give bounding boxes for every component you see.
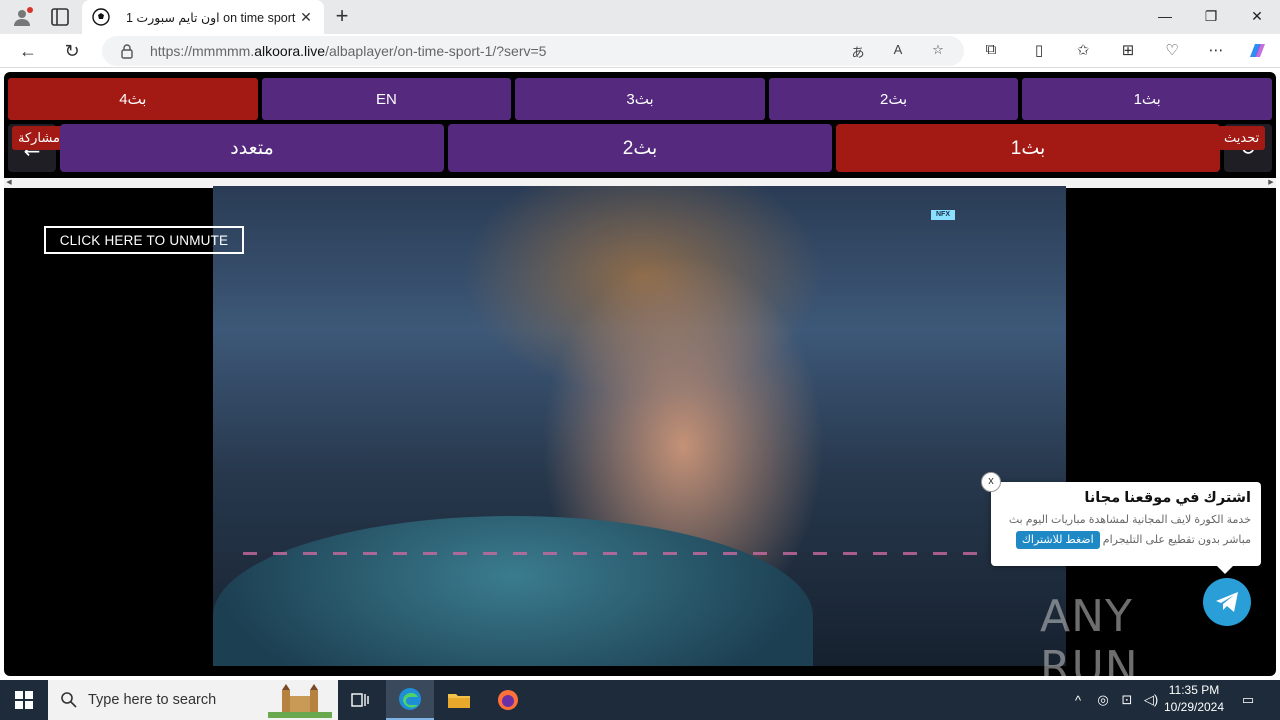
browser-tab-active[interactable]: اون تايم سبورت 1 on time sport ✕ [82,0,324,34]
clock-date: 10/29/2024 [1163,700,1225,714]
collections-icon[interactable]: ⊞ [1117,41,1139,61]
taskbar-firefox[interactable] [484,680,532,720]
more-menu-icon[interactable]: ⋯ [1205,41,1227,61]
refresh-tag[interactable]: تحديث [1218,126,1266,150]
soccer-ball-icon [92,8,110,26]
popup-title: اشترك في موقعنا مجانا [1084,490,1251,506]
taskbar-search[interactable]: Type here to search [48,680,338,720]
url-field[interactable]: https://mmmmm.alkoora.live/albaplayer/on… [102,36,964,66]
address-bar: ← ↻ https://mmmmm.alkoora.live/albaplaye… [0,34,1280,68]
taskbar-clock[interactable]: 11:35 PM 10/29/2024 [1160,682,1228,718]
tab-actions-button[interactable] [48,6,72,28]
video-glitch-line [243,552,983,555]
player-frame: بث1 بث2 بث3 EN بث4 ⇄ مشاركة متعدد بث2 بث… [4,72,1276,676]
meet-now-icon[interactable]: ◎ [1092,680,1114,720]
back-button[interactable]: ← [15,39,41,63]
stream-2-button[interactable]: بث2 [448,124,832,172]
edge-browser-icon [399,688,421,710]
folder-icon [448,694,470,708]
restore-button[interactable]: ❐ [1188,0,1234,32]
translate-icon[interactable]: あ [848,42,868,60]
server-button-3[interactable]: بث3 [515,78,765,120]
page-content: بث1 بث2 بث3 EN بث4 ⇄ مشاركة متعدد بث2 بث… [0,68,1280,680]
scroll-left-arrow-icon[interactable]: ◀ [4,179,14,187]
windows-taskbar: Type here to search ^ ◎ ⊡ ◁) 11:35 PM 10… [0,680,1280,720]
server-row-2: ⇄ مشاركة متعدد بث2 بث1 ↻ تحديث [8,124,1272,172]
tab-title: اون تايم سبورت 1 on time sport [126,10,296,25]
windows-logo-icon [15,691,33,709]
search-highlight-castle-icon [268,684,332,718]
tab-actions-icon [51,8,69,26]
split-screen-icon[interactable]: ▯ [1028,41,1050,61]
taskbar-file-explorer[interactable] [435,680,483,720]
performance-icon[interactable]: ♡ [1161,41,1183,61]
browser-tab-bar: اون تايم سبورت 1 on time sport ✕ + — ❐ ✕ [0,0,1280,34]
clock-time: 11:35 PM [1168,683,1220,697]
show-hidden-icons-button[interactable]: ^ [1068,680,1088,720]
server-button-en[interactable]: EN [261,78,512,120]
volume-icon[interactable]: ◁) [1140,680,1162,720]
favorite-star-icon[interactable]: ☆ [928,42,948,60]
video-player[interactable]: NFX [213,186,1066,666]
reload-button[interactable]: ↻ [59,39,85,63]
url-text: https://mmmmm.alkoora.live/albaplayer/on… [150,43,547,59]
channel-badge: NFX [931,210,955,220]
scroll-right-arrow-icon[interactable]: ▶ [1266,179,1276,187]
popup-body: خدمة الكورة لايف المجانية لمشاهدة مباريا… [1001,510,1251,550]
minimize-button[interactable]: — [1142,0,1188,32]
notification-dot [27,7,33,13]
copilot-icon[interactable] [1246,41,1268,61]
close-window-button[interactable]: ✕ [1234,0,1280,32]
favorites-icon[interactable]: ✩ [1072,41,1094,61]
popup-close-button[interactable]: x [981,472,1001,492]
popup-tail [1217,566,1233,574]
read-aloud-icon[interactable]: A [888,42,908,60]
subscribe-button[interactable]: اضغط للاشتراك [1015,531,1100,549]
extensions-icon[interactable]: ⧉ [980,41,1002,61]
server-row-1: بث1 بث2 بث3 EN بث4 [8,78,1272,120]
task-view-button[interactable] [336,680,384,720]
watermark: ANY RUN [1040,591,1139,676]
tab-close-icon[interactable]: ✕ [298,9,314,25]
server-button-2[interactable]: بث2 [768,78,1019,120]
profile-button[interactable] [8,4,36,30]
multi-stream-button[interactable]: متعدد [60,124,444,172]
notifications-icon[interactable]: ▭ [1236,680,1260,720]
task-view-icon [351,693,369,707]
server-button-1[interactable]: بث1 [1022,78,1272,120]
video-frame-subject [213,516,813,666]
taskbar-edge[interactable] [386,680,434,720]
new-tab-button[interactable]: + [330,5,354,29]
stream-1-button[interactable]: بث1 [836,124,1220,172]
lock-icon[interactable] [118,42,136,60]
server-button-4[interactable]: بث4 [8,78,258,120]
unmute-button[interactable]: CLICK HERE TO UNMUTE [44,226,244,254]
share-tag[interactable]: مشاركة [12,126,66,150]
firefox-icon [498,690,518,710]
search-placeholder: Type here to search [88,692,217,708]
start-button[interactable] [0,680,48,720]
network-icon[interactable]: ⊡ [1116,680,1138,720]
subscribe-popup: x اشترك في موقعنا مجانا خدمة الكورة لايف… [981,472,1261,574]
search-icon [61,692,77,708]
